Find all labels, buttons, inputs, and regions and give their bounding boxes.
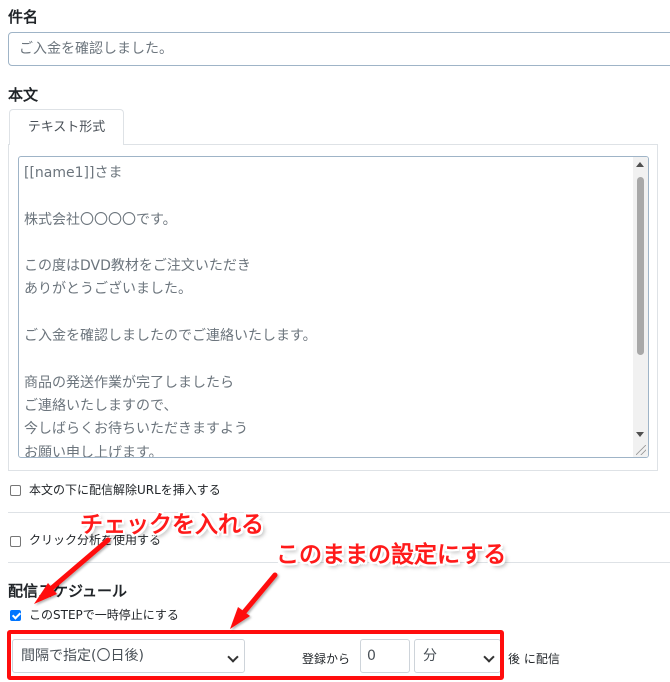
keep-settings-callout: このままの設定にする: [276, 542, 507, 568]
arrow-to-settings-icon: [230, 572, 278, 629]
annotation-arrows: [34, 537, 278, 629]
tab-text-format[interactable]: テキスト形式: [9, 109, 124, 145]
arrow-to-checkbox-icon: [34, 537, 111, 604]
check-callout: チェックを入れる: [80, 512, 264, 538]
